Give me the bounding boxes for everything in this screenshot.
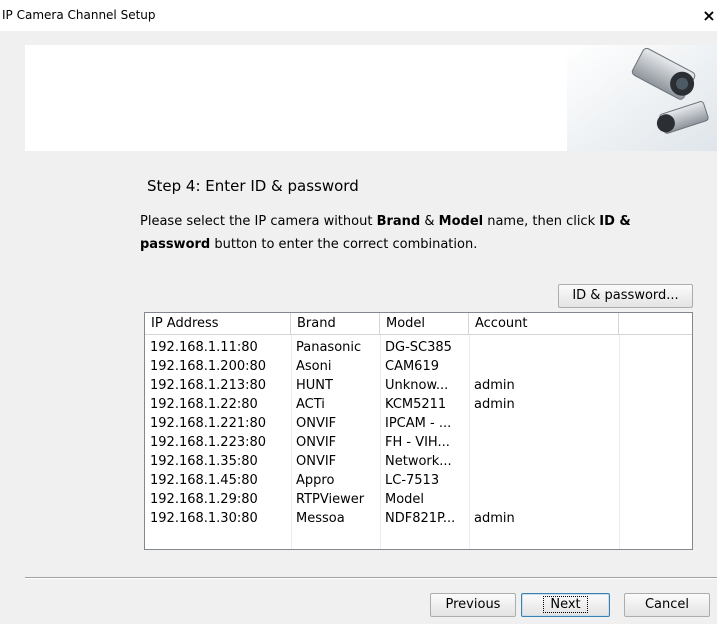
table-row[interactable]: 192.168.1.200:80 Asoni CAM619 [145,357,692,376]
cell-account [469,357,619,376]
instructions-text: Please select the IP camera without Bran… [140,210,685,256]
cell-model: NDF821P... [385,511,456,526]
cell-brand: ONVIF [296,435,337,450]
table-row[interactable]: 192.168.1.29:80 RTPViewer Model [145,490,692,509]
instructions-part: name, then click [483,214,600,229]
cell-model: FH - VIH... [385,435,450,450]
cell-model: Model [385,492,425,507]
cell-brand: Asoni [296,359,332,374]
next-button[interactable]: Next [521,593,610,617]
cell-account [469,414,619,433]
cell-model: CAM619 [385,359,439,374]
table-row[interactable]: 192.168.1.223:80 ONVIF FH - VIH... [145,433,692,452]
title-bar: IP Camera Channel Setup × [0,0,717,31]
cell-ip: 192.168.1.213:80 [150,378,267,393]
cell-account [469,471,619,490]
table-header: IP Address Brand Model Account [145,313,692,335]
banner [25,45,717,151]
cell-ip: 192.168.1.11:80 [150,340,258,355]
instructions-part: Please select the IP camera without [140,214,377,229]
table-row[interactable]: 192.168.1.221:80 ONVIF IPCAM - ... [145,414,692,433]
cell-account [469,490,619,509]
cell-ip: 192.168.1.200:80 [150,359,267,374]
cell-ip: 192.168.1.30:80 [150,511,258,526]
cell-ip: 192.168.1.223:80 [150,435,267,450]
cell-ip: 192.168.1.29:80 [150,492,258,507]
cell-ip: 192.168.1.35:80 [150,454,258,469]
id-password-button[interactable]: ID & password... [558,284,693,308]
cell-model: KCM5211 [385,397,447,412]
window-title: IP Camera Channel Setup [2,8,156,22]
column-header-brand[interactable]: Brand [291,313,380,334]
cell-brand: Panasonic [296,340,362,355]
cell-model: LC-7513 [385,473,440,488]
cancel-button[interactable]: Cancel [624,593,710,617]
close-icon[interactable]: × [701,6,717,26]
cell-ip: 192.168.1.221:80 [150,416,267,431]
table-row[interactable]: 192.168.1.45:80 Appro LC-7513 [145,471,692,490]
column-header-empty [619,313,692,334]
cell-ip: 192.168.1.45:80 [150,473,258,488]
table-row[interactable]: 192.168.1.35:80 ONVIF Network... [145,452,692,471]
footer-separator [25,577,717,578]
table-row[interactable]: 192.168.1.213:80 HUNT Unknow... admin [145,376,692,395]
instructions-part: button to enter the correct combination. [210,237,478,252]
cell-model: Network... [385,454,452,469]
previous-button[interactable]: Previous [430,593,516,617]
next-button-label: Next [543,596,588,613]
cell-brand: Messoa [296,511,345,526]
cell-account [469,338,619,357]
cell-account [469,452,619,471]
camera-list-table[interactable]: IP Address Brand Model Account 192.168.1… [144,312,693,550]
cell-model: DG-SC385 [385,340,452,355]
table-row[interactable]: 192.168.1.22:80 ACTi KCM5211 admin [145,395,692,414]
column-header-account[interactable]: Account [469,313,619,334]
cell-model: IPCAM - ... [385,416,452,431]
cell-brand: HUNT [296,378,333,393]
cell-brand: RTPViewer [296,492,365,507]
cell-ip: 192.168.1.22:80 [150,397,258,412]
cell-brand: ONVIF [296,454,337,469]
cell-model: Unknow... [385,378,449,393]
ip-camera-setup-dialog: IP Camera Channel Setup × Step 4: Enter … [0,0,717,624]
table-row[interactable]: 192.168.1.11:80 Panasonic DG-SC385 [145,338,692,357]
instructions-part: & [420,214,439,229]
cell-brand: ONVIF [296,416,337,431]
cell-account: admin [474,378,515,393]
table-row[interactable]: 192.168.1.30:80 Messoa NDF821P... admin [145,509,692,528]
column-header-ip-address[interactable]: IP Address [145,313,291,334]
cell-account: admin [474,397,515,412]
step-title: Step 4: Enter ID & password [147,177,359,195]
cell-account [469,433,619,452]
cell-account: admin [474,511,515,526]
ip-camera-icon [567,45,717,151]
cell-brand: Appro [296,473,335,488]
instructions-bold-model: Model [438,214,484,229]
instructions-bold-brand: Brand [376,214,421,229]
column-header-model[interactable]: Model [380,313,469,334]
cell-brand: ACTi [296,397,325,412]
